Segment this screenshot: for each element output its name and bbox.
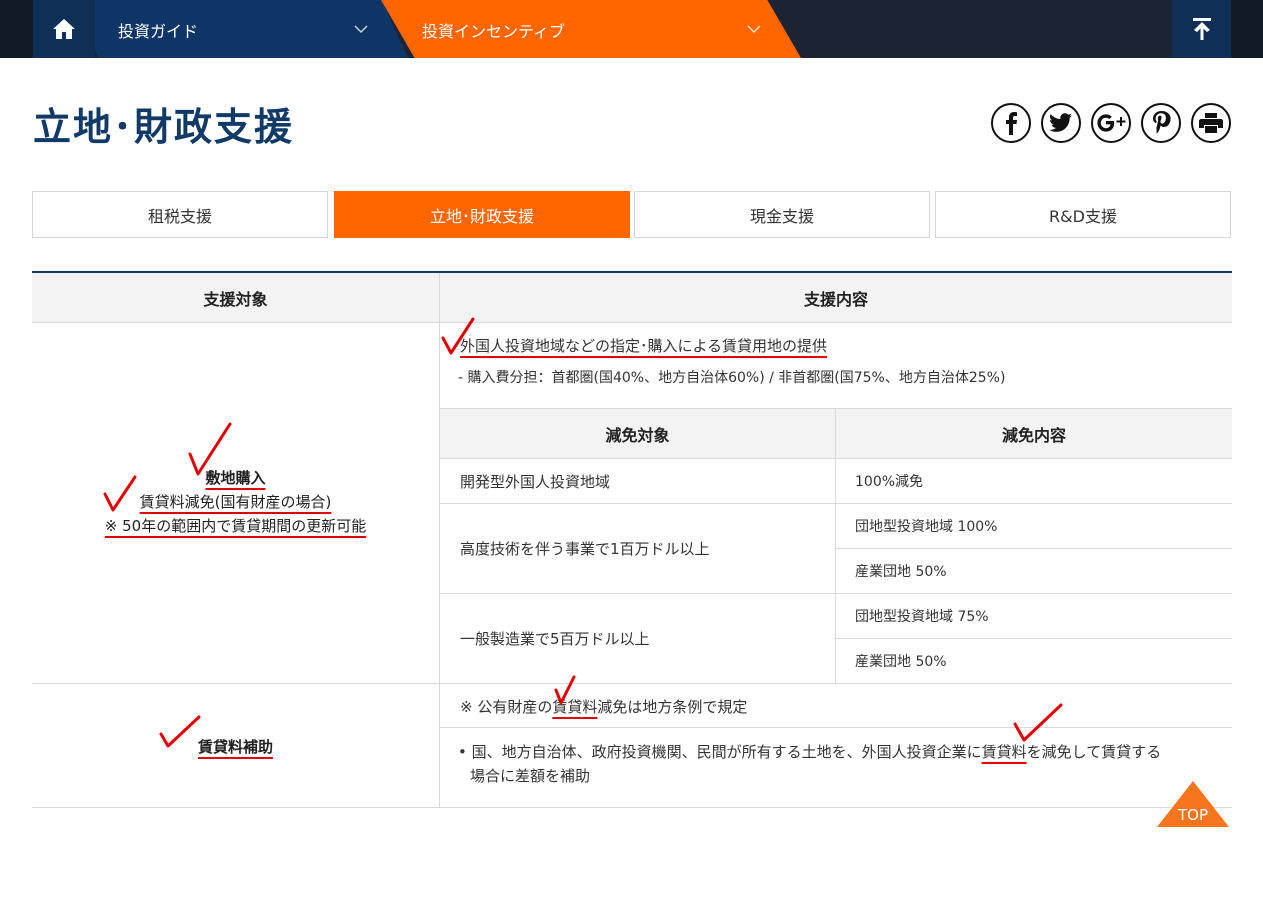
row-divider	[32, 322, 1232, 323]
subheader-reduction-target: 減免対象	[440, 409, 835, 458]
reduction-content-industrial-complex: 産業団地 50%	[855, 564, 947, 580]
reduction-target-high-tech: 高度技術を伴う事業で1百万ドル以上	[460, 540, 710, 558]
nav-edge	[1231, 0, 1263, 58]
facebook-icon	[1006, 112, 1017, 135]
tab-location-finance-support[interactable]: 立地･財政支援	[334, 191, 630, 238]
back-to-top-label: TOP	[1177, 806, 1208, 824]
row-divider	[440, 727, 1232, 728]
subheader-reduction-content: 減免内容	[836, 409, 1232, 458]
category-tabs: 租税支援 立地･財政支援 現金支援 R&D支援	[32, 191, 1231, 238]
check-mark-icon	[159, 715, 201, 748]
check-mark-icon	[554, 675, 576, 705]
pinterest-share-button[interactable]	[1141, 103, 1181, 143]
reduction-content-industrial-complex: 産業団地 50%	[855, 654, 947, 670]
land-purchase-title: 敷地購入	[205, 469, 266, 487]
scroll-up-button[interactable]	[1172, 0, 1231, 58]
rent-subsidy-description-line2: 場合に差額を補助	[470, 767, 591, 785]
chevron-down-icon[interactable]	[745, 20, 763, 38]
twitter-icon	[1049, 113, 1072, 132]
check-mark-icon	[188, 422, 232, 476]
reduction-content-complex-zone: 団地型投資地域 100%	[855, 519, 998, 535]
reduction-content-complex-zone: 団地型投資地域 75%	[855, 609, 989, 625]
nav-guide-label[interactable]: 投資ガイド	[118, 18, 198, 42]
google-plus-icon	[1097, 114, 1126, 132]
check-mark-icon	[441, 317, 475, 355]
home-button[interactable]	[33, 0, 95, 58]
print-icon	[1199, 113, 1223, 133]
reduction-target-development-zone: 開発型外国人投資地域	[460, 473, 611, 491]
tab-tax-support[interactable]: 租税支援	[32, 191, 328, 238]
row-divider	[32, 683, 1232, 684]
land-intro: 外国人投資地域などの指定･購入による賃貸用地の提供	[460, 337, 828, 355]
row-divider	[440, 593, 1232, 594]
back-to-top-button[interactable]: TOP	[1157, 781, 1229, 827]
rent-subsidy-note: ※ 公有財産の賃貸料減免は地方条例で規定	[460, 698, 748, 716]
facebook-share-button[interactable]	[991, 103, 1031, 143]
reduction-target-manufacturing: 一般製造業で5百万ドル以上	[460, 630, 650, 648]
tab-rd-support[interactable]: R&D支援	[935, 191, 1231, 238]
land-lease-renewal-note: ※ 50年の範囲内で賃貸期間の更新可能	[104, 517, 367, 535]
rent-subsidy-title: 賃貸料補助	[197, 738, 273, 756]
nav-incentive-label[interactable]: 投資インセンティブ	[422, 18, 565, 42]
print-button[interactable]	[1191, 103, 1231, 143]
rent-subsidy-description: • 国、地方自治体、政府投資機関、民間が所有する土地を、外国人投資企業に賃貸料を…	[458, 743, 1162, 761]
top-navigation: 投資ガイド 投資インセンティブ	[0, 0, 1263, 58]
pinterest-icon	[1153, 111, 1171, 134]
row-divider	[32, 807, 1232, 808]
header-support-content: 支援内容	[440, 273, 1232, 322]
page-title: 立地･財政支援	[33, 105, 295, 149]
land-rent-reduction: 賃貸料減免(国有財産の場合)	[139, 493, 332, 511]
header-support-target: 支援対象	[32, 273, 439, 322]
tab-cash-support[interactable]: 現金支援	[634, 191, 930, 238]
home-icon	[53, 19, 75, 39]
row-divider	[836, 548, 1232, 549]
column-divider	[835, 409, 836, 683]
check-mark-icon	[1013, 703, 1063, 742]
row-divider	[440, 458, 1232, 459]
check-mark-icon	[103, 475, 137, 512]
land-purchase-cost-detail: - 購入費分担：首都圏(国40%、地方自治体60%) / 非首都圏(国75%、地…	[458, 370, 1006, 386]
reduction-content-full: 100%減免	[855, 474, 924, 490]
nav-edge	[0, 0, 33, 58]
arrow-up-icon	[1192, 18, 1211, 40]
google-plus-share-button[interactable]	[1091, 103, 1131, 143]
twitter-share-button[interactable]	[1041, 103, 1081, 143]
row-divider	[836, 638, 1232, 639]
row-divider	[440, 503, 1232, 504]
chevron-down-icon[interactable]	[352, 20, 370, 38]
